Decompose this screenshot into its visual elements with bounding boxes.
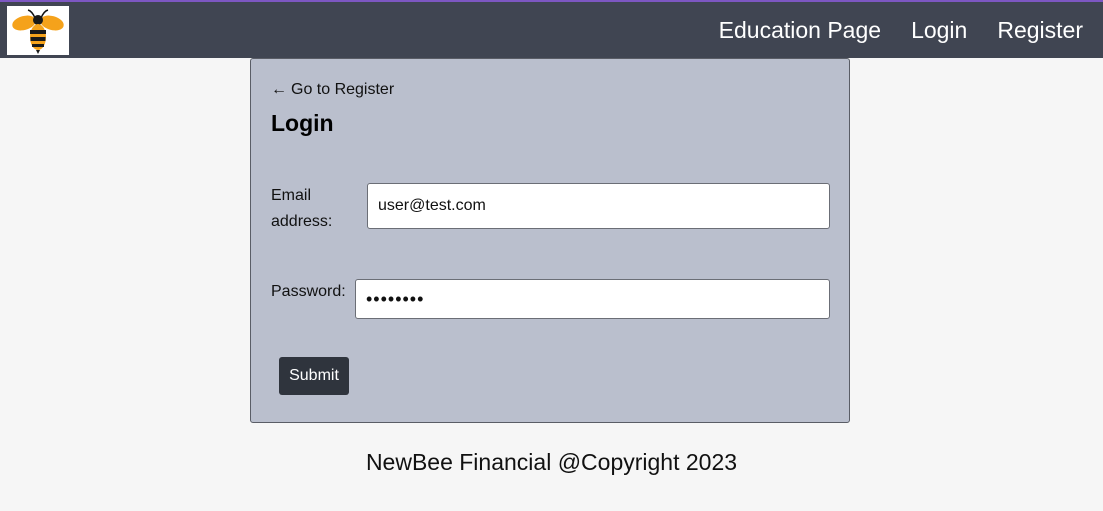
- top-navbar: Education Page Login Register: [0, 0, 1103, 58]
- arrow-left-icon: ←: [271, 81, 287, 98]
- nav-links: Education Page Login Register: [689, 2, 1083, 58]
- nav-link-register[interactable]: Register: [997, 17, 1083, 44]
- footer-copyright: NewBee Financial @Copyright 2023: [365, 449, 738, 475]
- login-card: ←Go to Register Login Email address: Pas…: [250, 58, 850, 423]
- password-field[interactable]: [355, 279, 830, 319]
- go-to-register-label: Go to Register: [291, 81, 395, 98]
- bee-logo-icon[interactable]: [7, 6, 69, 55]
- email-label: Email address:: [271, 187, 333, 230]
- go-to-register-link[interactable]: ← Go to Register: [271, 81, 394, 99]
- nav-link-login[interactable]: Login: [911, 17, 967, 44]
- nav-link-education[interactable]: Education Page: [719, 17, 881, 44]
- submit-button[interactable]: Submit: [279, 357, 349, 395]
- login-title: Login: [271, 110, 334, 136]
- password-label: Password:: [271, 283, 346, 300]
- email-field[interactable]: [367, 183, 830, 229]
